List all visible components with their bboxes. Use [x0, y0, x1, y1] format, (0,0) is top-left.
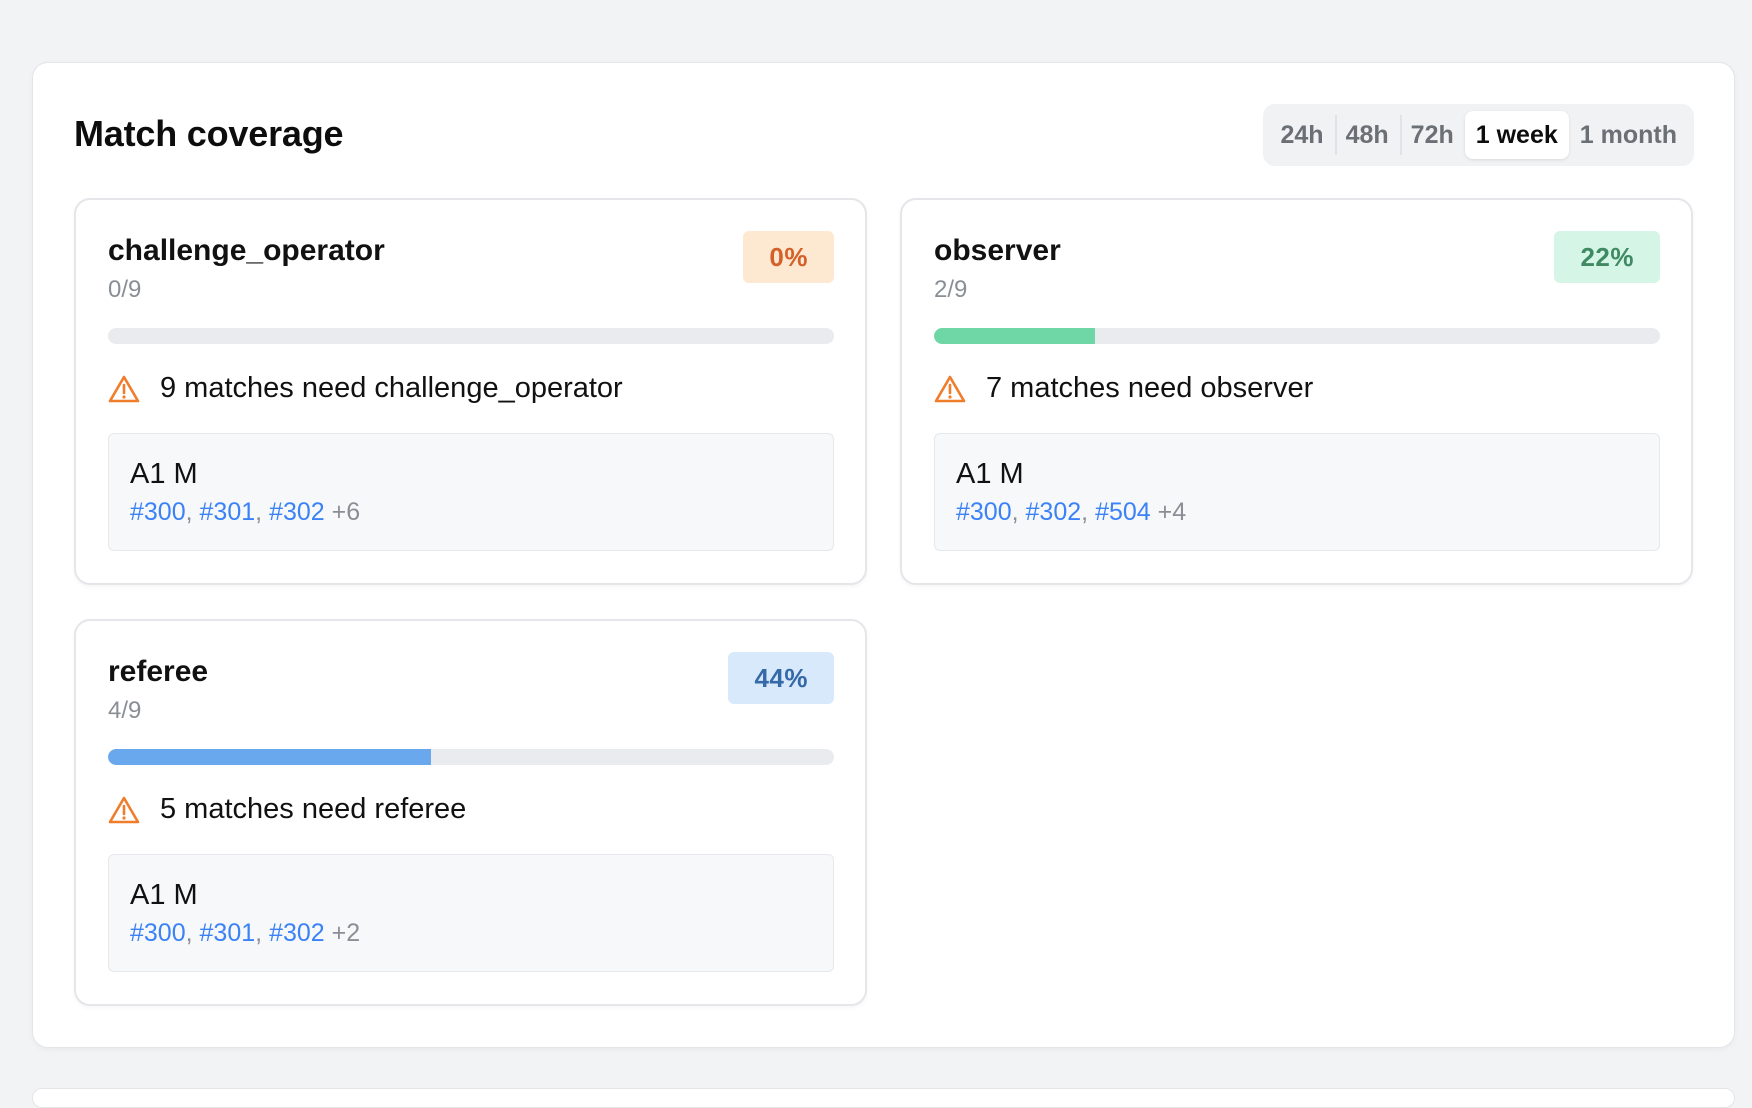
coverage-progress-fill: [934, 328, 1096, 344]
match-id-list: #300, #302, #504 +4: [956, 498, 1187, 526]
coverage-progress-bar: [934, 328, 1660, 344]
coverage-card-referee: referee 4/9 44% 5 matches need referee A…: [74, 619, 867, 1006]
match-link[interactable]: #301: [200, 498, 256, 526]
warning-triangle-icon: [108, 375, 140, 402]
match-group-box: A1 M #300, #301, #302 +6: [108, 433, 834, 551]
coverage-progress-fill: [108, 749, 431, 765]
warning-triangle-icon: [934, 375, 966, 402]
percent-badge: 0%: [743, 231, 834, 283]
range-option-48h[interactable]: 48h: [1334, 111, 1400, 159]
match-id-list: #300, #301, #302 +2: [130, 919, 361, 947]
match-link[interactable]: #302: [269, 498, 325, 526]
warning-row: 5 matches need referee: [108, 793, 466, 826]
match-group-name: A1 M: [956, 458, 1024, 490]
warning-text: 5 matches need referee: [160, 793, 467, 825]
next-panel-edge: [32, 1088, 1735, 1108]
percent-badge: 44%: [728, 652, 834, 704]
time-range-selector: 24h 48h 72h 1 week 1 month: [1263, 104, 1694, 166]
range-option-1-week[interactable]: 1 week: [1464, 111, 1569, 159]
match-link[interactable]: #300: [130, 498, 186, 526]
more-matches-count: +4: [1157, 498, 1187, 526]
warning-row: 7 matches need observer: [934, 372, 1313, 405]
match-group-name: A1 M: [130, 879, 198, 911]
role-name: referee: [108, 655, 209, 688]
match-group-box: A1 M #300, #301, #302 +2: [108, 854, 834, 972]
role-name: observer: [934, 234, 1061, 267]
match-link[interactable]: #302: [1026, 498, 1082, 526]
coverage-progress-bar: [108, 328, 834, 344]
match-group-name: A1 M: [130, 458, 198, 490]
role-name: challenge_operator: [108, 234, 385, 267]
panel-title: Match coverage: [74, 113, 344, 154]
coverage-count: 2/9: [934, 276, 968, 303]
match-link[interactable]: #300: [130, 919, 186, 947]
warning-triangle-icon: [108, 796, 140, 823]
match-link[interactable]: #504: [1095, 498, 1151, 526]
match-link[interactable]: #301: [200, 919, 256, 947]
coverage-progress-bar: [108, 749, 834, 765]
percent-badge: 22%: [1554, 231, 1660, 283]
range-option-24h[interactable]: 24h: [1269, 111, 1334, 159]
more-matches-count: +6: [331, 498, 361, 526]
match-link[interactable]: #300: [956, 498, 1012, 526]
coverage-card-observer: observer 2/9 22% 7 matches need observer…: [900, 198, 1693, 585]
match-coverage-panel: Match coverage 24h 48h 72h 1 week 1 mont…: [32, 62, 1735, 1048]
more-matches-count: +2: [331, 919, 361, 947]
match-link[interactable]: #302: [269, 919, 325, 947]
match-id-list: #300, #301, #302 +6: [130, 498, 361, 526]
coverage-card-challenge-operator: challenge_operator 0/9 0% 9 matches need…: [74, 198, 867, 585]
warning-text: 7 matches need observer: [986, 372, 1314, 404]
range-option-72h[interactable]: 72h: [1399, 111, 1465, 159]
range-option-1-month[interactable]: 1 month: [1569, 111, 1688, 159]
coverage-count: 0/9: [108, 276, 142, 303]
coverage-count: 4/9: [108, 697, 142, 724]
match-group-box: A1 M #300, #302, #504 +4: [934, 433, 1660, 551]
warning-text: 9 matches need challenge_operator: [160, 372, 623, 404]
warning-row: 9 matches need challenge_operator: [108, 372, 623, 405]
